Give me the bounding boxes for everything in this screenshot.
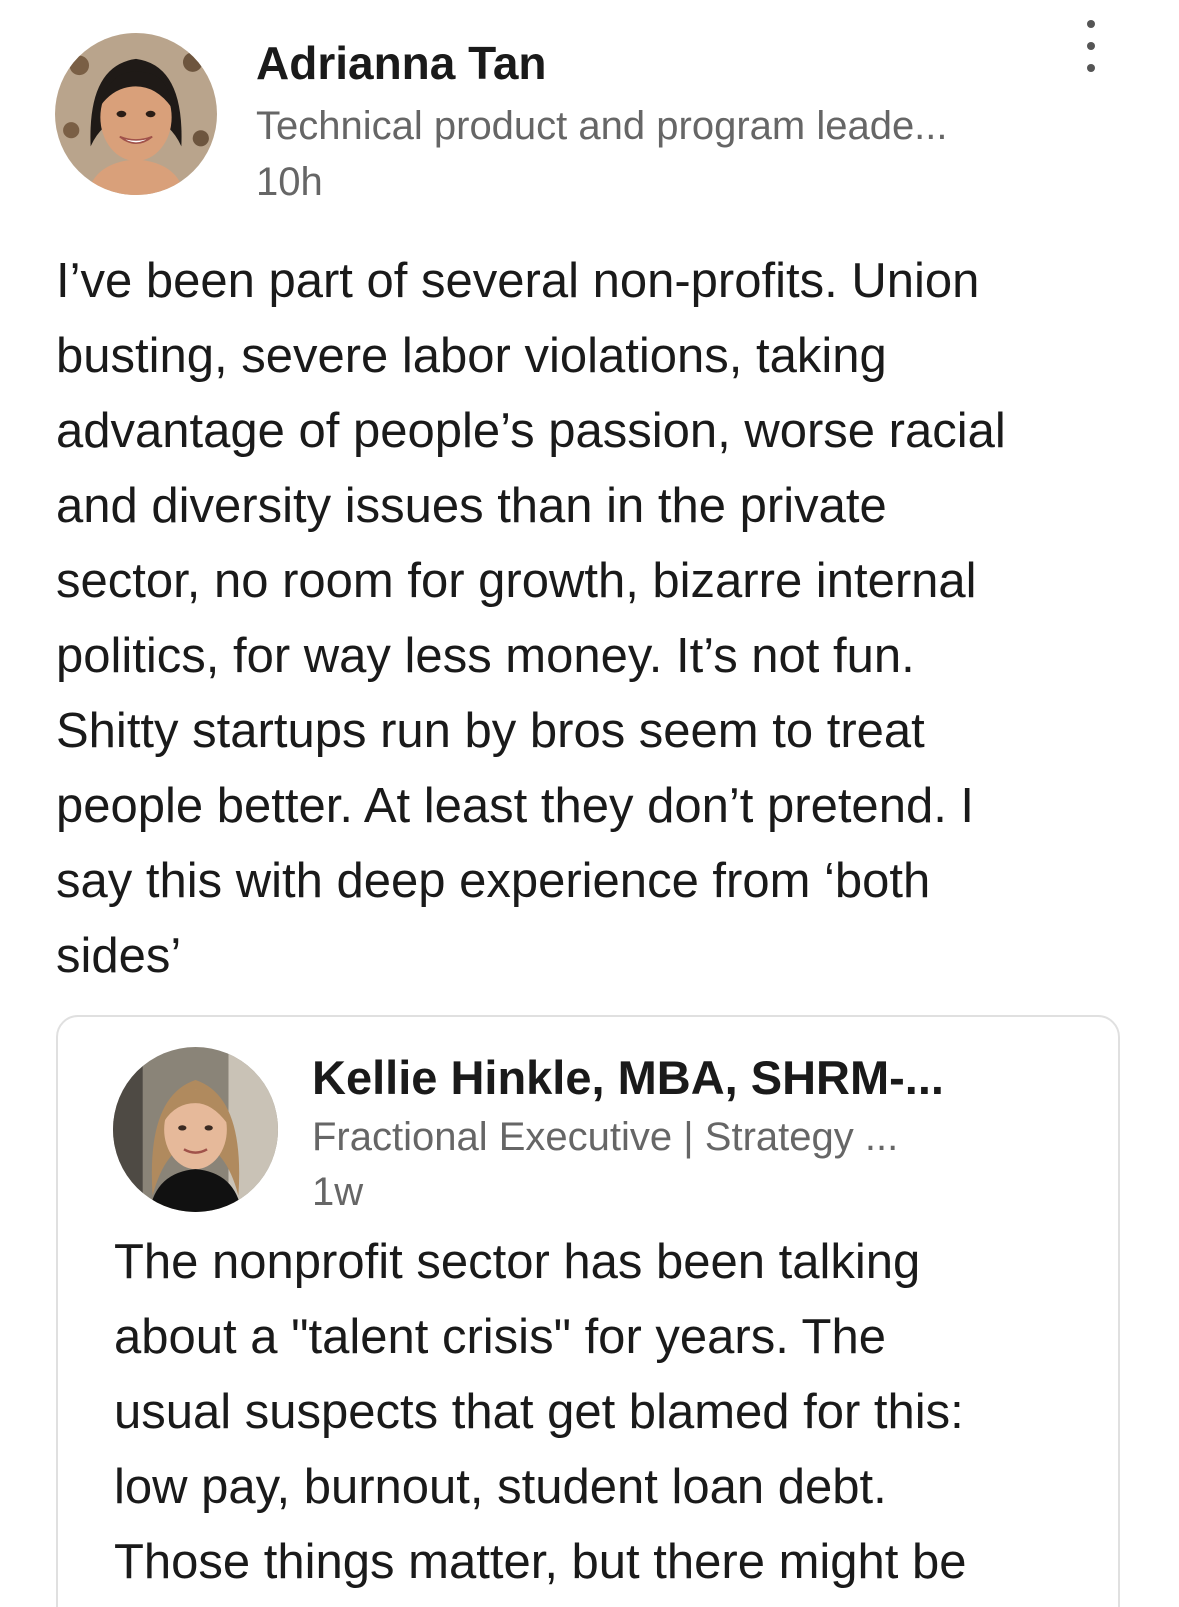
- post-text-line: Shitty startups run by bros seem to trea…: [56, 704, 925, 758]
- post-text-line: politics, for way less money. It’s not f…: [56, 629, 915, 683]
- author-avatar-image: [55, 33, 217, 195]
- post-text-line: advantage of people’s passion, worse rac…: [56, 404, 1006, 458]
- post-timestamp: 10h: [256, 160, 323, 204]
- reshared-text-line: usual suspects that get blamed for this:: [114, 1385, 964, 1439]
- reshared-author-avatar[interactable]: [113, 1047, 278, 1212]
- post-text-line: and diversity issues than in the private: [56, 479, 887, 533]
- reshared-text-line: low pay, burnout, student loan debt.: [114, 1460, 887, 1514]
- post-text-line: busting, severe labor violations, taking: [56, 329, 887, 383]
- more-dot: [1087, 20, 1095, 28]
- author-name[interactable]: Adrianna Tan: [256, 36, 547, 90]
- reshared-post-card[interactable]: Kellie Hinkle, MBA, SHRM-... Fractional …: [56, 1015, 1120, 1607]
- post-text-line: say this with deep experience from ‘both: [56, 854, 931, 908]
- author-avatar[interactable]: [55, 33, 217, 195]
- reshared-text-line: about a "talent crisis" for years. The: [114, 1310, 886, 1364]
- reshared-text-line: The nonprofit sector has been talking: [114, 1235, 921, 1289]
- reshared-author-avatar-image: [113, 1047, 278, 1212]
- post-text-line: people better. At least they don’t prete…: [56, 779, 975, 833]
- reshared-author-name[interactable]: Kellie Hinkle, MBA, SHRM-...: [312, 1050, 944, 1105]
- more-dot: [1087, 42, 1095, 50]
- more-dot: [1087, 64, 1095, 72]
- post-text-line: sides’: [56, 929, 182, 983]
- reshared-author-headline: Fractional Executive | Strategy ...: [312, 1115, 899, 1159]
- reshared-post-timestamp: 1w: [312, 1170, 364, 1214]
- post-text-line: I’ve been part of several non-profits. U…: [56, 254, 980, 308]
- reshared-post-text: The nonprofit sector has been talking ab…: [114, 1225, 1104, 1600]
- reshared-text-line: Those things matter, but there might be: [114, 1535, 967, 1589]
- author-headline: Technical product and program leade...: [256, 104, 948, 148]
- feed-post: Adrianna Tan Technical product and progr…: [0, 0, 1179, 1607]
- post-text: I’ve been part of several non-profits. U…: [56, 244, 1146, 994]
- post-text-line: sector, no room for growth, bizarre inte…: [56, 554, 977, 608]
- more-vertical-icon[interactable]: [1076, 20, 1106, 72]
